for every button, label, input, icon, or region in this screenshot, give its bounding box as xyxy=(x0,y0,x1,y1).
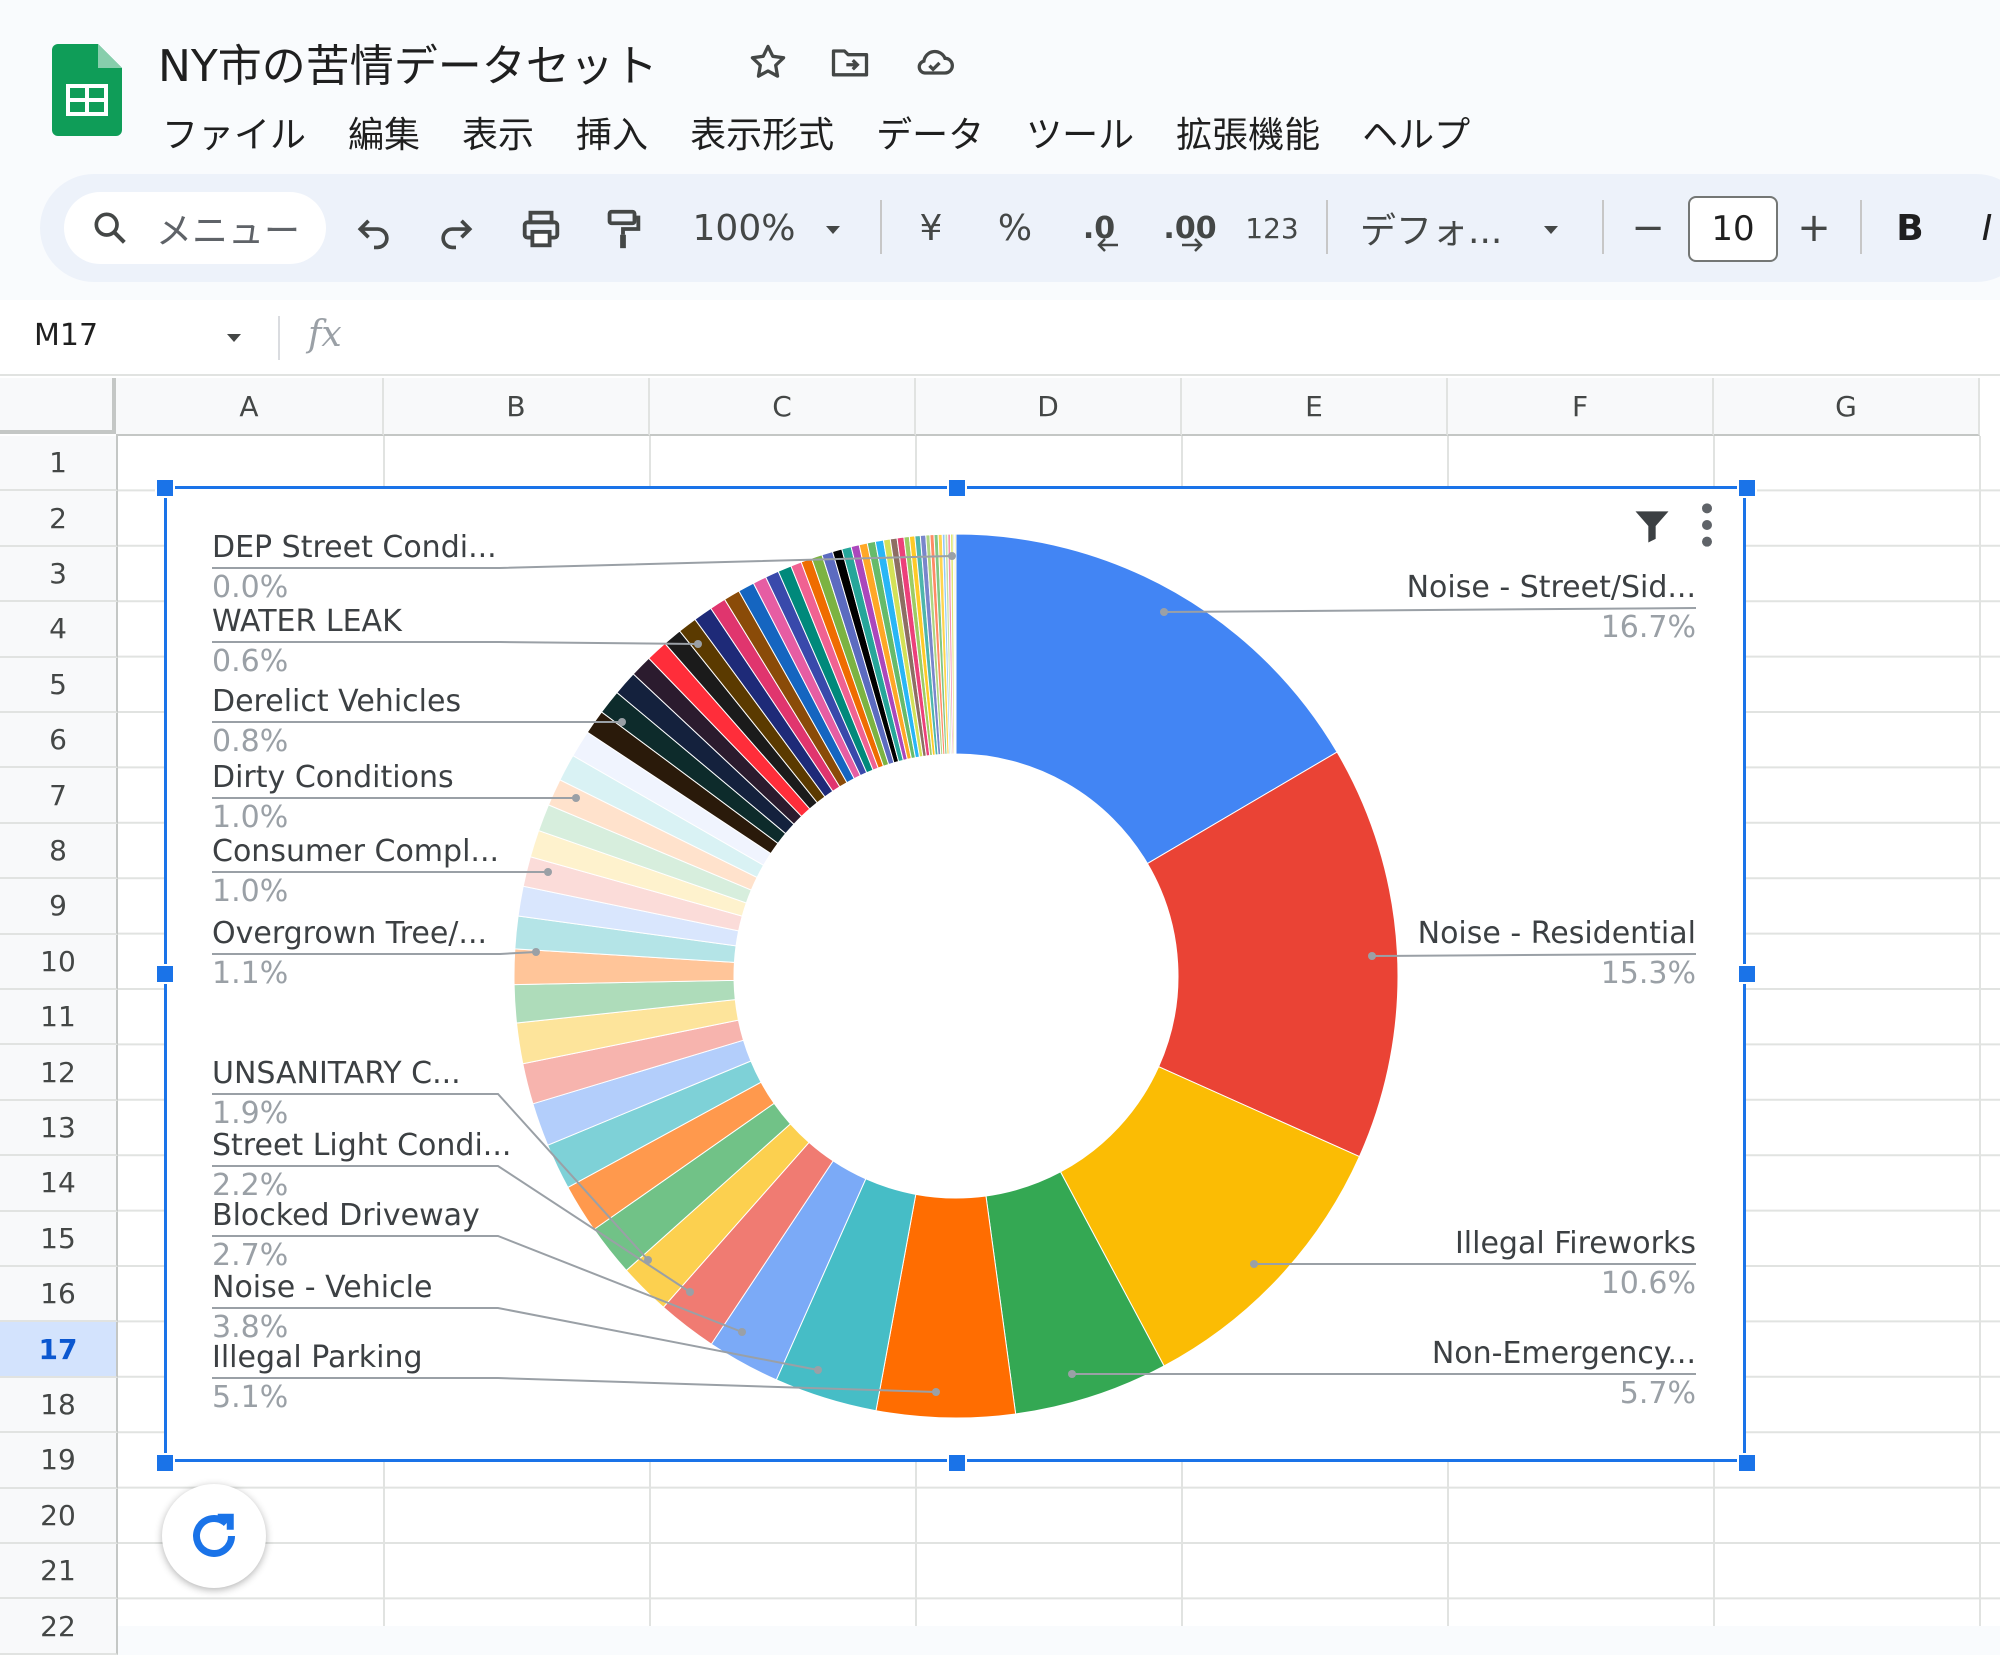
chart-percent-label: 2.7% xyxy=(212,1238,289,1273)
chart-percent-label: 15.3% xyxy=(1600,956,1696,991)
chart-percent-label: 16.7% xyxy=(1600,610,1696,645)
chart-label: Dirty Conditions xyxy=(212,760,454,795)
leader-dot xyxy=(948,552,956,560)
chart-percent-label: 0.0% xyxy=(212,570,289,605)
filter-icon[interactable] xyxy=(1630,504,1674,548)
chart-percent-label: 0.6% xyxy=(212,644,289,679)
chart-percent-label: 10.6% xyxy=(1600,1266,1696,1301)
chart-label: Overgrown Tree/... xyxy=(212,916,488,951)
leader-dot xyxy=(1250,1260,1258,1268)
chart-percent-label: 5.1% xyxy=(212,1380,289,1415)
chart-label: DEP Street Condi... xyxy=(212,530,497,565)
leader-dot xyxy=(694,640,702,648)
chart-label: WATER LEAK xyxy=(212,604,402,639)
chart-label: Illegal Parking xyxy=(212,1340,423,1375)
leader-dot xyxy=(572,794,580,802)
chart-label: Consumer Compl... xyxy=(212,834,500,869)
chart-label: UNSANITARY C... xyxy=(212,1056,461,1091)
chart-label: Noise - Vehicle xyxy=(212,1270,433,1305)
leader-dot xyxy=(618,718,626,726)
leader-dot xyxy=(686,1288,694,1296)
chart-label: Non-Emergency... xyxy=(1431,1336,1696,1371)
leader-dot xyxy=(1160,608,1168,616)
leader-dot xyxy=(932,1388,940,1396)
pie-slice xyxy=(954,533,957,755)
leader-dot xyxy=(1068,1370,1076,1378)
chart-percent-label: 1.1% xyxy=(212,956,289,991)
chart-label: Derelict Vehicles xyxy=(212,684,462,719)
chart-percent-label: 1.0% xyxy=(212,800,289,835)
chart-percent-label: 1.9% xyxy=(212,1096,289,1131)
chart-label: Noise - Residential xyxy=(1417,916,1696,951)
leader-line xyxy=(212,951,537,955)
refresh-chart-button[interactable] xyxy=(162,1484,266,1588)
leader-dot xyxy=(814,1366,822,1374)
chart-label: Blocked Driveway xyxy=(212,1198,480,1233)
chart-label: Noise - Street/Sid... xyxy=(1406,570,1696,605)
leader-dot xyxy=(1368,952,1376,960)
leader-dot xyxy=(544,868,552,876)
chart-label: Street Light Condi... xyxy=(212,1128,512,1163)
chart-percent-label: 5.7% xyxy=(1619,1376,1696,1411)
more-vert-icon[interactable] xyxy=(1694,500,1720,550)
leader-dot xyxy=(738,1328,746,1336)
donut-chart xyxy=(212,533,1697,1419)
chart-label: Illegal Fireworks xyxy=(1454,1226,1696,1261)
chart-percent-label: 0.8% xyxy=(212,724,289,759)
refresh-icon xyxy=(193,1513,235,1557)
leader-dot xyxy=(532,948,540,956)
chart-percent-label: 1.0% xyxy=(212,874,289,909)
